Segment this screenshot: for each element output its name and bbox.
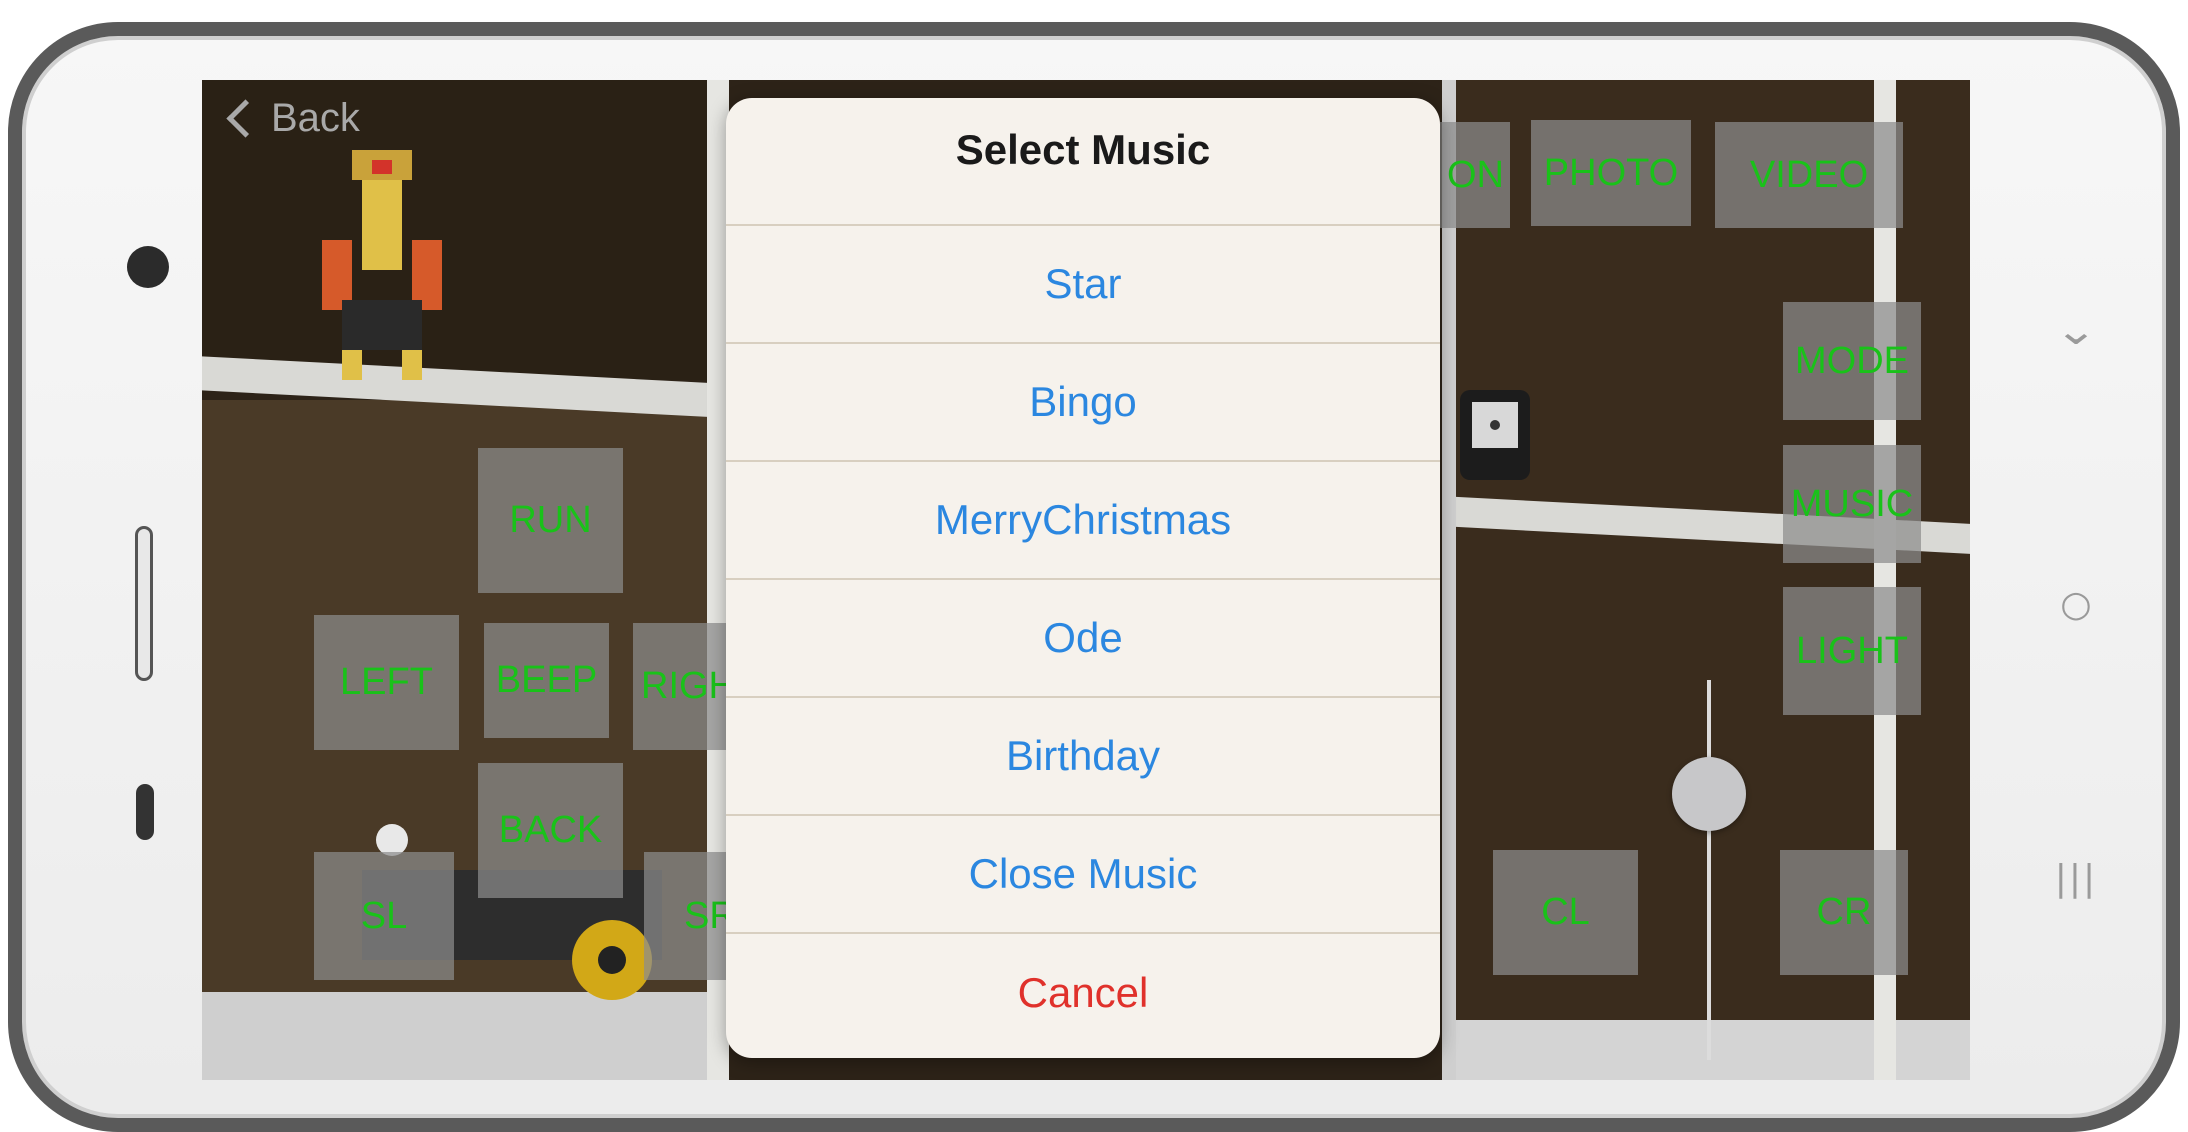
shelf-post [1442,80,1456,1080]
circle-home-icon[interactable]: ○ [2046,584,2106,625]
cl-button[interactable]: CL [1493,850,1638,975]
speed-slider-track[interactable] [1707,680,1711,1060]
on-button[interactable]: ON [1440,122,1510,228]
photo-button[interactable]: PHOTO [1531,120,1691,226]
mode-button[interactable]: MODE [1783,302,1921,420]
light-button[interactable]: LIGHT [1783,587,1921,715]
music-option-merrychristmas[interactable]: MerryChristmas [726,462,1440,580]
back-move-button[interactable]: BACK [478,763,623,898]
speed-slider-thumb[interactable] [1672,757,1746,831]
speaker-slot [135,526,153,681]
music-option-bingo[interactable]: Bingo [726,344,1440,462]
right-button[interactable]: RIGH [633,623,726,750]
cr-button[interactable]: CR [1780,850,1908,975]
front-camera-icon [127,246,169,288]
run-button[interactable]: RUN [478,448,623,593]
left-button[interactable]: LEFT [314,615,459,750]
beep-button[interactable]: BEEP [484,623,609,738]
recent-apps-icon[interactable]: ||| [2046,858,2106,899]
sheet-title: Select Music [726,98,1440,226]
music-option-star[interactable]: Star [726,226,1440,344]
close-music-option[interactable]: Close Music [726,816,1440,934]
music-option-birthday[interactable]: Birthday [726,698,1440,816]
video-button[interactable]: VIDEO [1715,122,1903,228]
sl-button[interactable]: SL [314,852,454,980]
camera-device [1460,390,1530,480]
cancel-button[interactable]: Cancel [726,934,1440,1052]
back-label: Back [271,96,360,140]
chevron-down-icon[interactable]: ⌄ [2037,308,2115,354]
sensor-pill [136,784,154,840]
robot-figure [322,150,442,380]
music-option-ode[interactable]: Ode [726,580,1440,698]
select-music-sheet: Select Music Star Bingo MerryChristmas O… [726,98,1440,1058]
music-button[interactable]: MUSIC [1783,445,1921,563]
camera-view: Back RUN LEFT BEEP RIGH BACK SL SR ON PH… [202,80,1970,1080]
chevron-left-icon [226,99,265,138]
back-button[interactable]: Back [226,96,360,141]
sr-button[interactable]: SR [644,852,726,980]
